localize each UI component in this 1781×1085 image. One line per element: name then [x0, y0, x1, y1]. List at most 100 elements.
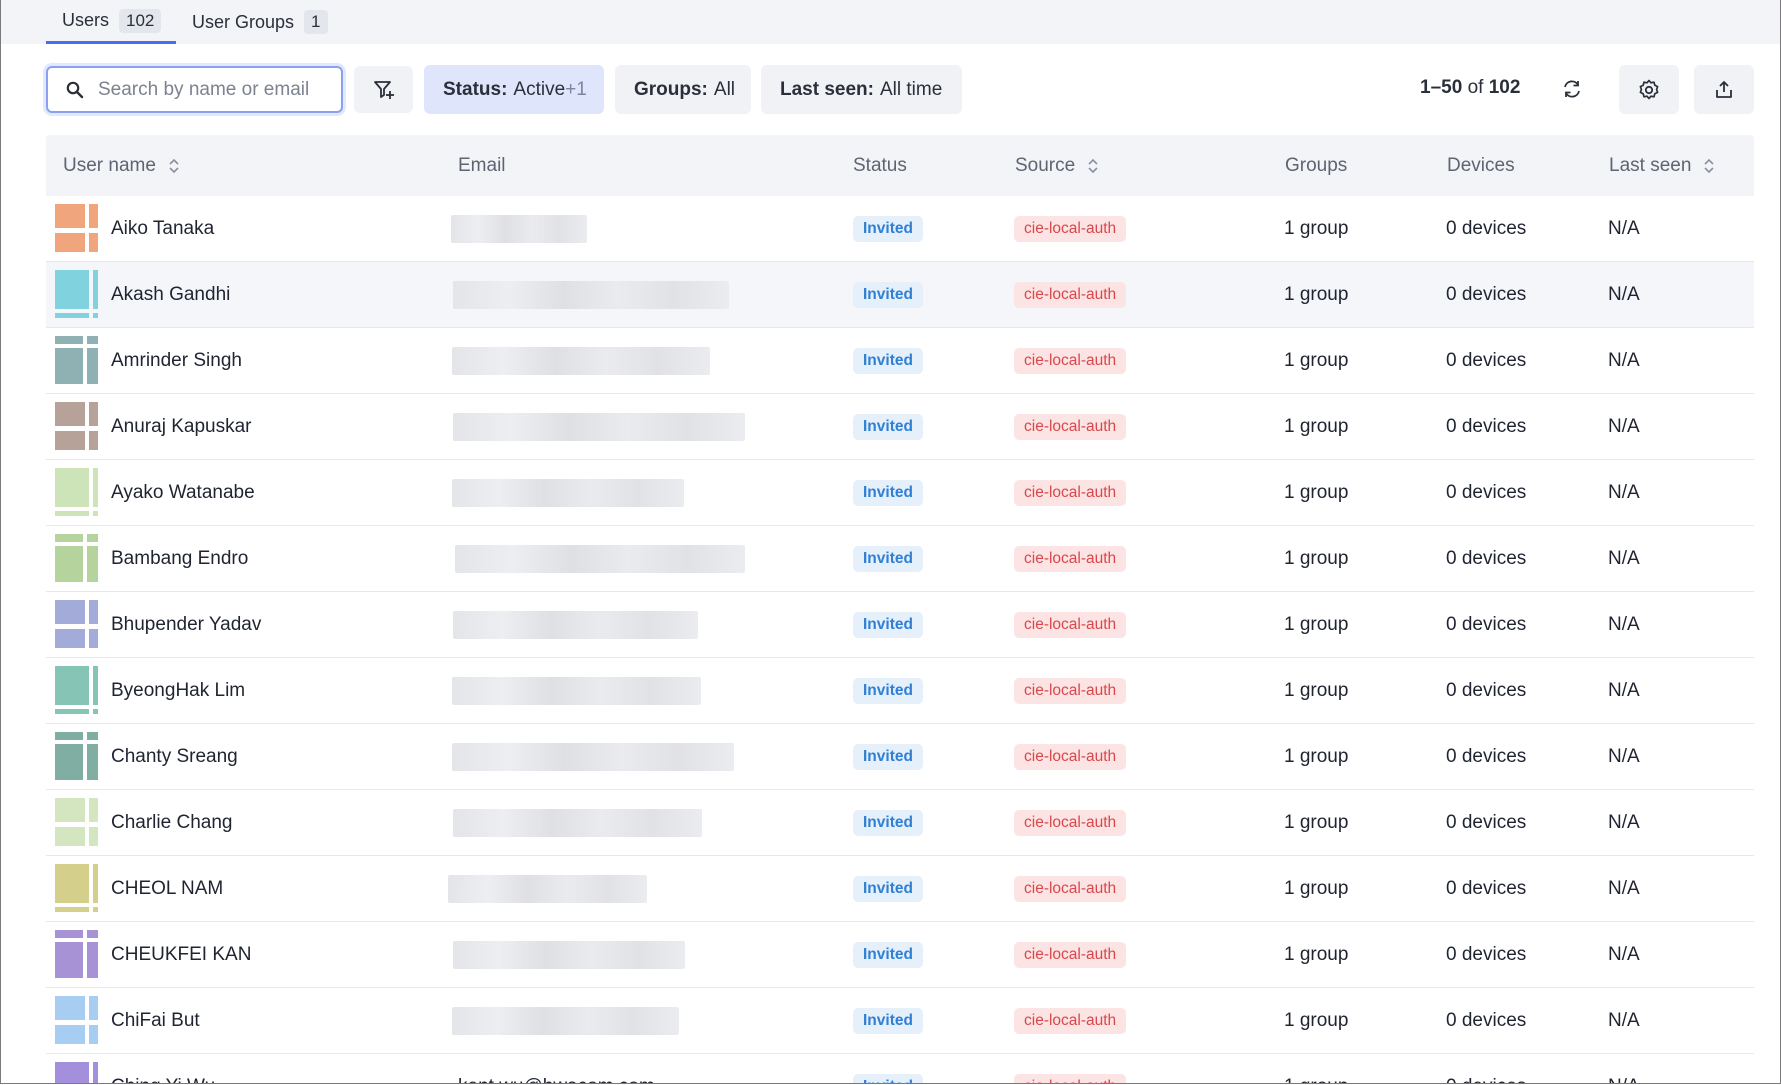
user-devices: 0 devices	[1446, 284, 1527, 305]
user-name[interactable]: Ching Yi Wu	[111, 1054, 215, 1083]
user-devices: 0 devices	[1446, 944, 1527, 965]
source-badge: cie-local-auth	[1014, 678, 1127, 704]
user-devices: 0 devices	[1446, 680, 1527, 701]
user-groups: 1 group	[1284, 614, 1349, 635]
status-filter-value: Active	[513, 78, 566, 100]
refresh-button[interactable]	[1561, 78, 1583, 105]
user-devices: 0 devices	[1446, 614, 1527, 635]
table-row[interactable]: Amrinder Singh Invited cie-local-auth 1 gro…	[46, 328, 1754, 394]
redacted-email	[453, 281, 729, 309]
source-badge: cie-local-auth	[1014, 810, 1127, 836]
status-filter-chip[interactable]: Status: Active +1	[424, 65, 604, 114]
col-header-devices: Devices	[1447, 135, 1515, 196]
add-filter-button[interactable]	[354, 66, 413, 113]
search-input[interactable]	[96, 77, 330, 102]
groups-filter-chip[interactable]: Groups: All	[615, 65, 751, 114]
share-export-icon	[1716, 80, 1732, 98]
user-groups: 1 group	[1284, 812, 1349, 833]
user-name[interactable]: Bambang Endro	[111, 526, 248, 592]
col-header-username[interactable]: User name	[63, 135, 180, 196]
status-badge: Invited	[853, 216, 923, 242]
user-name[interactable]: Akash Gandhi	[111, 262, 230, 328]
status-cell: Invited	[853, 922, 923, 988]
source-badge: cie-local-auth	[1014, 876, 1127, 902]
user-name[interactable]: CHEUKFEI KAN	[111, 922, 251, 988]
pagination-info: 1–50 of 102	[1420, 77, 1520, 99]
col-header-source[interactable]: Source	[1015, 135, 1099, 196]
redacted-email	[452, 743, 734, 771]
user-name[interactable]: Amrinder Singh	[111, 328, 242, 394]
tab-user-groups[interactable]: User Groups 1	[192, 0, 328, 44]
table-row[interactable]: Aiko Tanaka Invited cie-local-auth 1 group 0…	[46, 196, 1754, 262]
source-cell: cie-local-auth	[1014, 196, 1127, 262]
status-cell: Invited	[853, 592, 923, 658]
col-header-devices-label: Devices	[1447, 154, 1515, 176]
users-page: Users 102 User Groups 1 Status: Active+1…	[0, 0, 1781, 1084]
status-badge: Invited	[853, 612, 923, 638]
user-groups: 1 group	[1284, 1054, 1348, 1083]
redacted-email	[452, 677, 701, 705]
source-badge: cie-local-auth	[1014, 942, 1127, 968]
table-row[interactable]: Ching Yi Wu kent.wu@hwacom.com Invited cie-…	[46, 1054, 1754, 1083]
col-header-status: Status	[853, 135, 907, 196]
avatar	[55, 402, 98, 450]
user-name[interactable]: Bhupender Yadav	[111, 592, 261, 658]
table-row[interactable]: Bambang Endro Invited cie-local-auth 1 grou…	[46, 526, 1754, 592]
redacted-email	[455, 545, 745, 573]
table-row[interactable]: Chanty Sreang Invited cie-local-auth 1 grou…	[46, 724, 1754, 790]
user-groups: 1 group	[1284, 1010, 1349, 1031]
groups-filter-value: All	[713, 78, 736, 100]
table-row[interactable]: Bhupender Yadav Invited cie-local-auth 1 gr…	[46, 592, 1754, 658]
status-badge: Invited	[853, 414, 923, 440]
table-row[interactable]: ChiFai But Invited cie-local-auth 1 group 0 …	[46, 988, 1754, 1054]
user-email	[455, 526, 745, 592]
user-devices: 0 devices	[1446, 416, 1527, 437]
source-cell: cie-local-auth	[1014, 988, 1127, 1054]
user-name[interactable]: ChiFai But	[111, 988, 200, 1054]
avatar	[55, 1062, 98, 1083]
user-name[interactable]: Ayako Watanabe	[111, 460, 255, 526]
col-header-last-seen[interactable]: Last seen	[1609, 135, 1715, 196]
status-filter-extra: +1	[565, 78, 587, 100]
col-header-username-label: User name	[63, 154, 156, 176]
redacted-email	[453, 941, 685, 969]
user-name[interactable]: Aiko Tanaka	[111, 196, 214, 262]
user-last-seen: N/A	[1608, 812, 1640, 833]
user-last-seen: N/A	[1608, 680, 1640, 701]
status-badge: Invited	[853, 348, 923, 374]
source-cell: cie-local-auth	[1014, 1054, 1127, 1083]
table-row[interactable]: Anuraj Kapuskar Invited cie-local-auth 1 gr…	[46, 394, 1754, 460]
status-badge: Invited	[853, 744, 923, 770]
settings-button[interactable]	[1619, 65, 1679, 114]
avatar	[55, 930, 98, 978]
filter-add-icon	[373, 80, 394, 99]
table-row[interactable]: Charlie Chang Invited cie-local-auth 1 grou…	[46, 790, 1754, 856]
source-cell: cie-local-auth	[1014, 394, 1127, 460]
table-row[interactable]: Akash Gandhi Invited cie-local-auth 1 group…	[46, 262, 1754, 328]
last-seen-filter-key: Last seen:	[780, 78, 874, 100]
table-row[interactable]: CHEOL NAM Invited cie-local-auth 1 group 0 d…	[46, 856, 1754, 922]
avatar	[55, 600, 98, 648]
user-name[interactable]: ByeongHak Lim	[111, 658, 245, 724]
table-row[interactable]: Ayako Watanabe Invited cie-local-auth 1 gro…	[46, 460, 1754, 526]
user-groups: 1 group	[1284, 482, 1349, 503]
user-name[interactable]: Chanty Sreang	[111, 724, 238, 790]
user-name[interactable]: CHEOL NAM	[111, 856, 223, 922]
user-email	[452, 328, 710, 394]
last-seen-filter-chip[interactable]: Last seen: All time	[761, 65, 962, 114]
export-button[interactable]	[1694, 65, 1754, 114]
redacted-email	[452, 1007, 679, 1035]
user-name[interactable]: Anuraj Kapuskar	[111, 394, 251, 460]
source-cell: cie-local-auth	[1014, 592, 1127, 658]
user-email	[452, 988, 679, 1054]
user-last-seen: N/A	[1608, 746, 1640, 767]
status-cell: Invited	[853, 1054, 923, 1083]
avatar	[55, 732, 98, 780]
table-row[interactable]: ByeongHak Lim Invited cie-local-auth 1 grou…	[46, 658, 1754, 724]
user-name[interactable]: Charlie Chang	[111, 790, 232, 856]
redacted-email	[451, 215, 587, 243]
table-row[interactable]: CHEUKFEI KAN Invited cie-local-auth 1 group…	[46, 922, 1754, 988]
tab-users[interactable]: Users 102	[46, 0, 176, 44]
user-devices: 0 devices	[1446, 548, 1527, 569]
user-groups: 1 group	[1284, 284, 1349, 305]
